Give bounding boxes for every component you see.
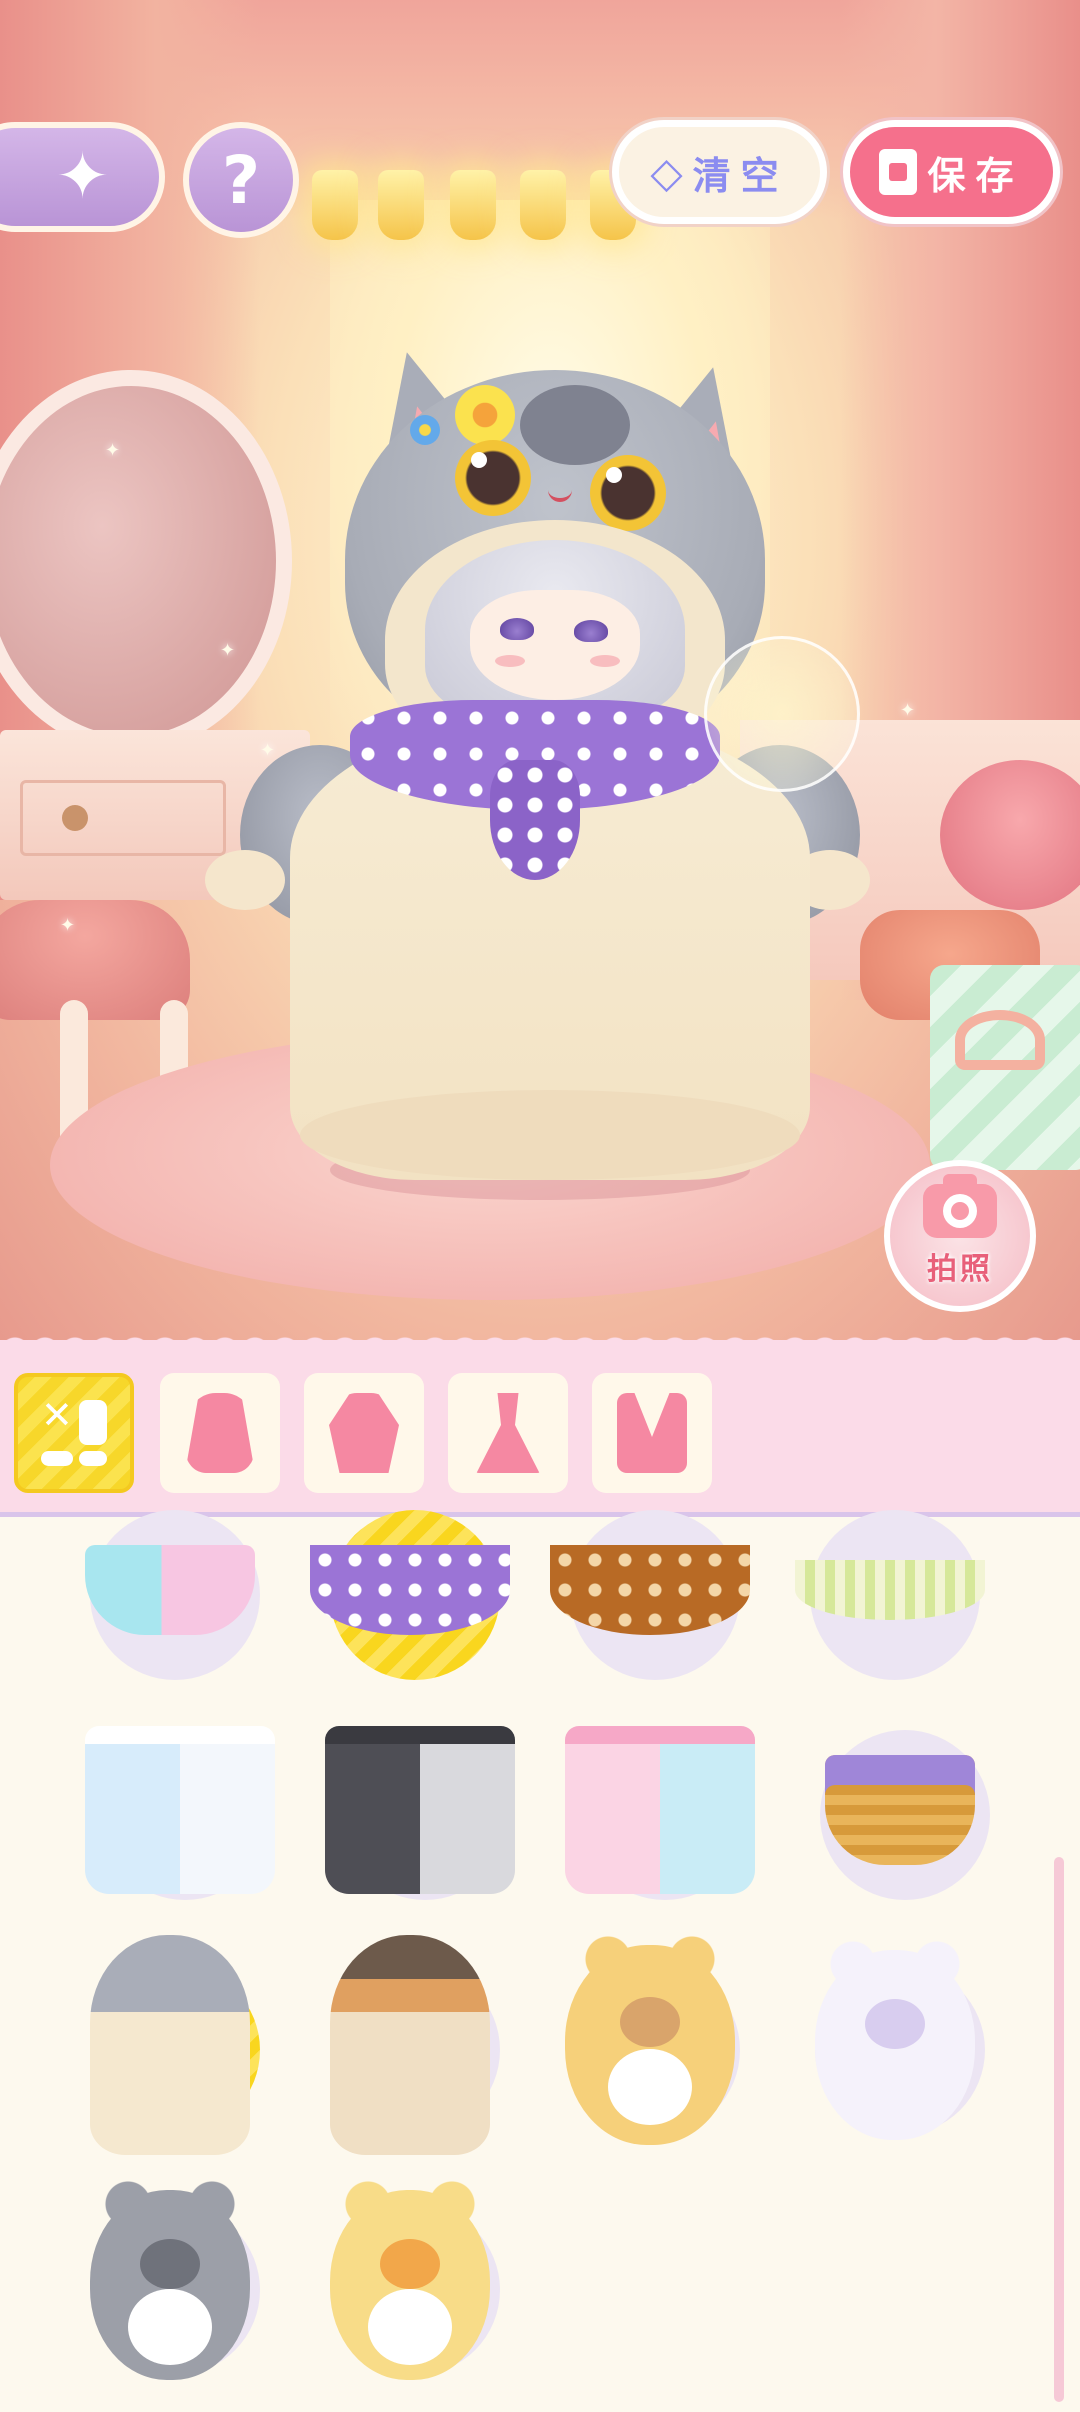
tab-necklace[interactable] <box>592 1373 712 1493</box>
top-icon <box>329 1393 399 1473</box>
photo-label: 拍照 <box>927 1252 993 1287</box>
sparkle-icon: ✦ <box>260 740 276 761</box>
bear-costume-icon <box>565 1929 735 2145</box>
help-button[interactable]: ? <box>183 122 299 238</box>
grid-icon: ✕ <box>41 1396 107 1466</box>
teacup-icon <box>85 1545 255 1635</box>
hood-spot <box>520 385 630 465</box>
item-flower-basket[interactable] <box>790 1700 1010 1920</box>
item-blue-apron[interactable] <box>70 1700 290 1920</box>
necklace-icon <box>617 1393 687 1473</box>
flower-basket-icon <box>825 1755 975 1865</box>
gingham-collar-icon <box>795 1560 985 1620</box>
item-gray-mouse-costume[interactable] <box>60 2174 280 2395</box>
tab-dress[interactable] <box>448 1373 568 1493</box>
brown-scarf-icon <box>550 1545 750 1635</box>
yellow-bunny-costume-icon <box>330 2174 490 2380</box>
item-black-apron[interactable] <box>310 1700 530 1920</box>
item-bear-costume[interactable] <box>540 1929 760 2155</box>
hood-icon <box>185 1393 255 1473</box>
tab-top[interactable] <box>304 1373 424 1493</box>
gray-cat-costume-icon <box>90 1935 250 2155</box>
hood-eye-right <box>590 455 666 531</box>
robe-hem <box>300 1090 800 1180</box>
item-teacup[interactable] <box>60 1480 280 1700</box>
dress-icon <box>476 1393 540 1473</box>
photo-button[interactable]: 拍照 <box>884 1160 1036 1312</box>
small-flower-icon <box>410 415 440 445</box>
hood-eye-left <box>455 440 531 516</box>
pink-apron-icon <box>565 1726 755 1894</box>
document-icon <box>879 149 918 195</box>
tab-all[interactable]: ✕ <box>14 1373 134 1493</box>
item-yellow-bunny-costume[interactable] <box>300 2174 520 2395</box>
character-blush <box>590 655 620 667</box>
character-face <box>470 590 640 700</box>
eraser-icon: ◇ <box>650 147 683 197</box>
drawer-knob <box>62 805 88 831</box>
left-paw <box>205 850 285 910</box>
purple-scarf-icon <box>310 1545 510 1635</box>
blue-apron-icon <box>85 1726 275 1894</box>
item-brown-scarf[interactable] <box>540 1480 760 1700</box>
item-pink-apron[interactable] <box>550 1700 770 1920</box>
character-eye-left <box>500 618 534 640</box>
selection-bubble <box>704 636 860 792</box>
clear-label: 清空 <box>692 153 789 198</box>
scarf-knot <box>490 760 580 880</box>
item-gingham-collar[interactable] <box>780 1480 1000 1700</box>
sparkle-icon: ✦ <box>220 640 236 661</box>
ceiling-light <box>450 170 496 240</box>
item-purple-scarf[interactable] <box>300 1480 520 1700</box>
clear-button[interactable]: ◇ 清空 <box>612 120 827 224</box>
character-blush <box>495 655 525 667</box>
item-calico-cat-costume[interactable] <box>300 1935 520 2155</box>
sparkle-icon: ✦ <box>60 915 76 936</box>
white-bunny-costume-icon <box>815 1934 975 2140</box>
flower-icon <box>455 385 515 445</box>
black-apron-icon <box>325 1726 515 1894</box>
save-button[interactable]: 保存 <box>843 120 1060 224</box>
save-label: 保存 <box>927 153 1024 198</box>
help-icon: ? <box>221 141 261 219</box>
ceiling-light <box>520 170 566 240</box>
sparkle-icon: ✦ <box>105 440 121 461</box>
sparkle-arrow-icon: ✦ <box>55 140 110 214</box>
back-button[interactable]: ✦ <box>0 122 165 232</box>
character-eye-right <box>574 620 608 642</box>
ceiling-light <box>312 170 358 240</box>
ceiling-light <box>378 170 424 240</box>
vanity-stool <box>0 900 190 1020</box>
item-gray-cat-costume[interactable] <box>60 1935 280 2155</box>
sparkle-icon: ✦ <box>900 700 916 721</box>
item-white-bunny-costume[interactable] <box>785 1934 1005 2155</box>
gray-mouse-costume-icon <box>90 2174 250 2380</box>
camera-icon <box>923 1174 997 1238</box>
gift-bow <box>955 1010 1045 1070</box>
calico-cat-costume-icon <box>330 1935 490 2155</box>
scrollbar[interactable] <box>1054 1857 1064 2402</box>
tab-hood[interactable] <box>160 1373 280 1493</box>
